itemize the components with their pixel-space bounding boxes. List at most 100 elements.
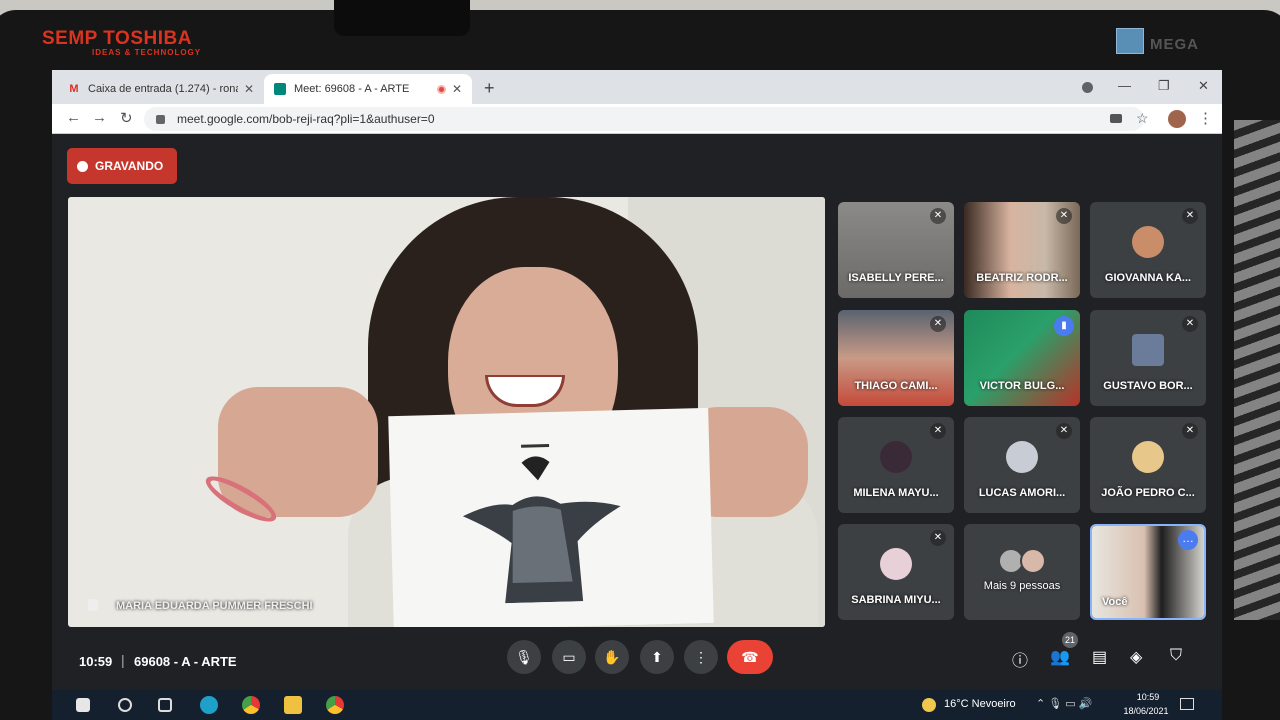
main-video-tile[interactable]: MARIA EDUARDA PUMMER FRESCHI — [68, 197, 825, 627]
restore-button[interactable]: ❐ — [1158, 78, 1170, 94]
host-controls-icon[interactable]: ⛉ — [1170, 647, 1182, 665]
present-icon: ⬆ — [651, 649, 663, 665]
url-text: meet.google.com/bob-reji-raq?pli=1&authu… — [177, 112, 435, 126]
more-participants-label: Mais 9 pessoas — [983, 580, 1061, 592]
more-options-button[interactable]: ⋮ — [684, 640, 718, 674]
tab-title: Meet: 69608 - A - ARTE — [294, 83, 410, 95]
people-icon[interactable]: 👥 — [1050, 647, 1070, 667]
meeting-time: 10:59 — [79, 654, 113, 669]
raise-hand-button[interactable]: ✋ — [595, 640, 629, 674]
avatar — [1132, 441, 1164, 473]
artwork-paper — [388, 407, 714, 627]
back-icon[interactable]: ← — [66, 109, 81, 126]
browser-toolbar: ← → ↻ meet.google.com/bob-reji-raq?pli=1… — [52, 104, 1222, 134]
meet-icon — [274, 83, 286, 95]
close-icon[interactable]: ✕ — [452, 82, 462, 96]
more-vert-icon: ⋮ — [694, 649, 708, 665]
meeting-code: 69608 - A - ARTE — [134, 654, 237, 669]
activities-icon[interactable]: ◈ — [1130, 647, 1142, 667]
minimize-button[interactable]: — — [1118, 78, 1131, 93]
reload-icon[interactable]: ↻ — [120, 109, 133, 127]
chat-icon[interactable]: ▤ — [1092, 647, 1107, 667]
chrome-icon[interactable] — [242, 696, 260, 714]
avatar — [880, 441, 912, 473]
mic-off-icon: ✕ — [1182, 208, 1198, 224]
leave-call-button[interactable]: ☎ — [727, 640, 773, 674]
system-tray-icons[interactable]: ⌃ 🎙 ▭ 🔊 — [1036, 697, 1092, 710]
monitor-webcam — [334, 0, 470, 36]
taskbar-date[interactable]: 18/06/2021 — [1116, 706, 1176, 716]
participant-tile[interactable]: ▮ VICTOR BULG... — [964, 310, 1080, 406]
background-curtain — [1234, 120, 1280, 620]
mic-button[interactable]: 🎙 — [507, 640, 541, 674]
artwork-drawing — [462, 444, 621, 604]
mic-off-icon: ✕ — [1056, 423, 1072, 439]
more-participants-tile[interactable]: Mais 9 pessoas — [964, 524, 1080, 620]
bookmark-star-icon[interactable]: ☆ — [1136, 110, 1149, 127]
participant-name: MILENA MAYU... — [853, 487, 939, 499]
windows-taskbar: 16°C Nevoeiro ⌃ 🎙 ▭ 🔊 10:59 18/06/2021 — [52, 690, 1222, 720]
monitor-badge: MEGA — [1150, 36, 1199, 53]
monitor-brand: SEMP TOSHIBA — [42, 28, 192, 49]
new-tab-button[interactable]: + — [484, 78, 495, 99]
self-view-tile[interactable]: … Você — [1090, 524, 1206, 620]
profile-avatar[interactable] — [1168, 110, 1186, 128]
participant-name: SABRINA MIYU... — [851, 594, 941, 606]
participant-tile[interactable]: ✕ JOÃO PEDRO C... — [1090, 417, 1206, 513]
participant-tile[interactable]: ✕ MILENA MAYU... — [838, 417, 954, 513]
participant-name: VICTOR BULG... — [979, 380, 1065, 392]
main-participant-name: MARIA EDUARDA PUMMER FRESCHI — [116, 600, 313, 612]
taskbar-time[interactable]: 10:59 — [1128, 692, 1168, 702]
tab-meet[interactable]: Meet: 69608 - A - ARTE ✕ — [264, 74, 472, 104]
pin-icon[interactable] — [88, 599, 98, 611]
windows-start-icon[interactable] — [76, 698, 90, 712]
tab-gmail[interactable]: M Caixa de entrada (1.274) - ronald ✕ — [58, 74, 264, 104]
weather-text[interactable]: 16°C Nevoeiro — [944, 698, 1016, 710]
mic-off-icon: ✕ — [1182, 423, 1198, 439]
participant-tile[interactable]: ✕ GIOVANNA KA... — [1090, 202, 1206, 298]
forward-icon[interactable]: → — [92, 109, 107, 126]
notification-icon[interactable] — [1180, 698, 1194, 710]
participant-name: JOÃO PEDRO C... — [1101, 487, 1195, 499]
participant-name: LUCAS AMORI... — [978, 487, 1066, 499]
mic-off-icon: ✕ — [1182, 316, 1198, 332]
camera-in-use-icon[interactable] — [1110, 114, 1122, 123]
info-icon[interactable]: ⓘ — [1012, 647, 1028, 671]
search-icon[interactable] — [118, 698, 132, 712]
participant-tile[interactable]: ✕ SABRINA MIYU... — [838, 524, 954, 620]
meeting-controls-bar: 10:59 | 69608 - A - ARTE 🎙 ▭ ✋ ⬆ ⋮ ☎ ⓘ 👥… — [52, 632, 1222, 688]
monitor-brand-sub: IDEAS & TECHNOLOGY — [92, 48, 202, 57]
mic-off-icon: ✕ — [930, 530, 946, 546]
tab-strip: M Caixa de entrada (1.274) - ronald ✕ Me… — [52, 70, 1222, 104]
tab-search-icon[interactable] — [1082, 82, 1093, 93]
chrome-menu-icon[interactable]: ⋮ — [1198, 109, 1213, 127]
lock-icon — [156, 114, 165, 124]
camera-button[interactable]: ▭ — [552, 640, 586, 674]
participant-name: THIAGO CAMI... — [854, 380, 938, 392]
edge-icon[interactable] — [200, 696, 218, 714]
participant-tile[interactable]: ✕ THIAGO CAMI... — [838, 310, 954, 406]
more-options-icon[interactable]: … — [1178, 530, 1198, 550]
photo-of-monitor: SEMP TOSHIBA IDEAS & TECHNOLOGY MEGA M C… — [0, 0, 1280, 720]
chrome-active-icon[interactable] — [326, 696, 344, 714]
recording-label: GRAVANDO — [95, 159, 164, 173]
close-window-button[interactable]: ✕ — [1198, 78, 1209, 94]
participant-tile[interactable]: ✕ ISABELLY PERE... — [838, 202, 954, 298]
participant-tile[interactable]: ✕ GUSTAVO BOR... — [1090, 310, 1206, 406]
participant-tile[interactable]: ✕ LUCAS AMORI... — [964, 417, 1080, 513]
present-screen-button[interactable]: ⬆ — [640, 640, 674, 674]
participant-name: BEATRIZ RODR... — [976, 272, 1068, 284]
task-view-icon[interactable] — [158, 698, 172, 712]
weather-icon — [922, 698, 936, 712]
close-icon[interactable]: ✕ — [244, 82, 254, 96]
speaking-indicator-icon: ▮ — [1054, 316, 1074, 336]
file-explorer-icon[interactable] — [284, 696, 302, 714]
hangup-icon: ☎ — [741, 649, 759, 665]
recording-badge: GRAVANDO — [67, 148, 177, 184]
self-name: Você — [1102, 596, 1128, 608]
address-bar[interactable]: meet.google.com/bob-reji-raq?pli=1&authu… — [144, 107, 1144, 131]
avatar — [1132, 226, 1164, 258]
participant-tile[interactable]: ✕ BEATRIZ RODR... — [964, 202, 1080, 298]
mic-off-icon: ✕ — [1056, 208, 1072, 224]
people-count-badge: 21 — [1062, 632, 1078, 648]
